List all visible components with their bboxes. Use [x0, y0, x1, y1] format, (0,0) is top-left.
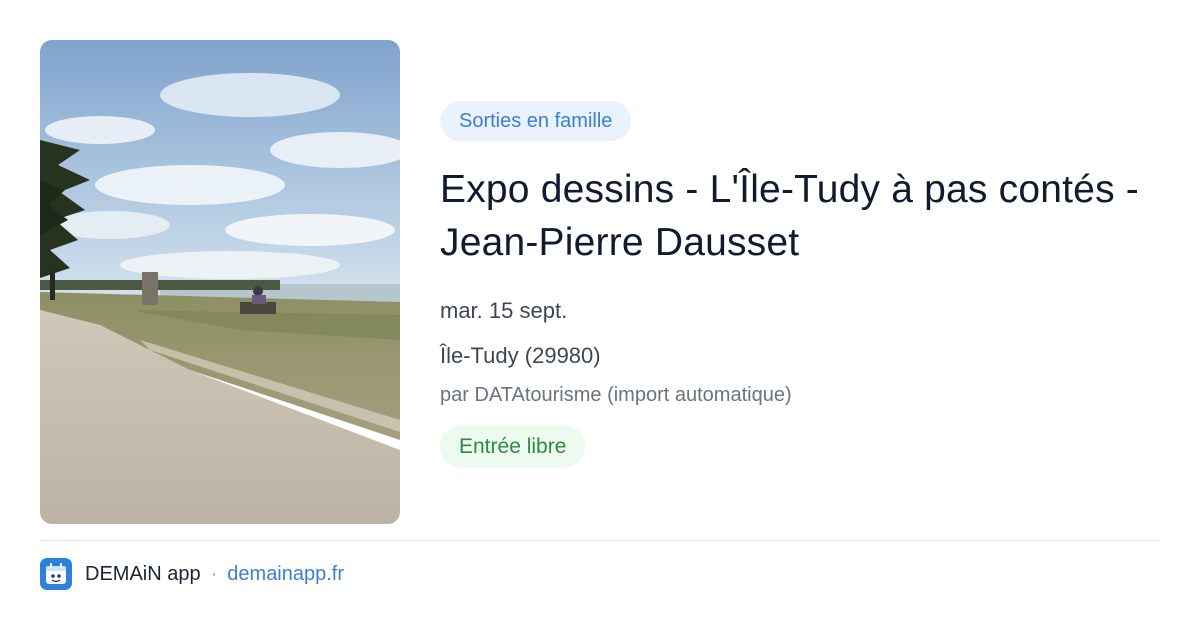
footer-separator: · [210, 562, 218, 585]
app-name: DEMAiN app [85, 562, 201, 585]
event-source: par DATAtourisme (import automatique) [440, 384, 792, 406]
price-badge: Entrée libre [440, 425, 586, 468]
event-date: mar. 15 sept. [440, 298, 568, 323]
demain-app-icon[interactable] [40, 558, 72, 590]
event-card[interactable]: Sorties en famille Expo dessins - L'Île-… [0, 0, 1200, 630]
footer: DEMAiN app · demainapp.fr [40, 557, 344, 591]
app-domain-link[interactable]: demainapp.fr [227, 563, 344, 586]
event-photo [40, 40, 400, 524]
event-location: Île-Tudy (29980) [440, 343, 601, 368]
event-title[interactable]: Expo dessins - L'Île-Tudy à pas contés -… [440, 163, 1160, 269]
category-badge[interactable]: Sorties en famille [440, 101, 632, 141]
event-details: Sorties en famille Expo dessins - L'Île-… [440, 101, 1160, 468]
footer-divider [40, 540, 1160, 541]
